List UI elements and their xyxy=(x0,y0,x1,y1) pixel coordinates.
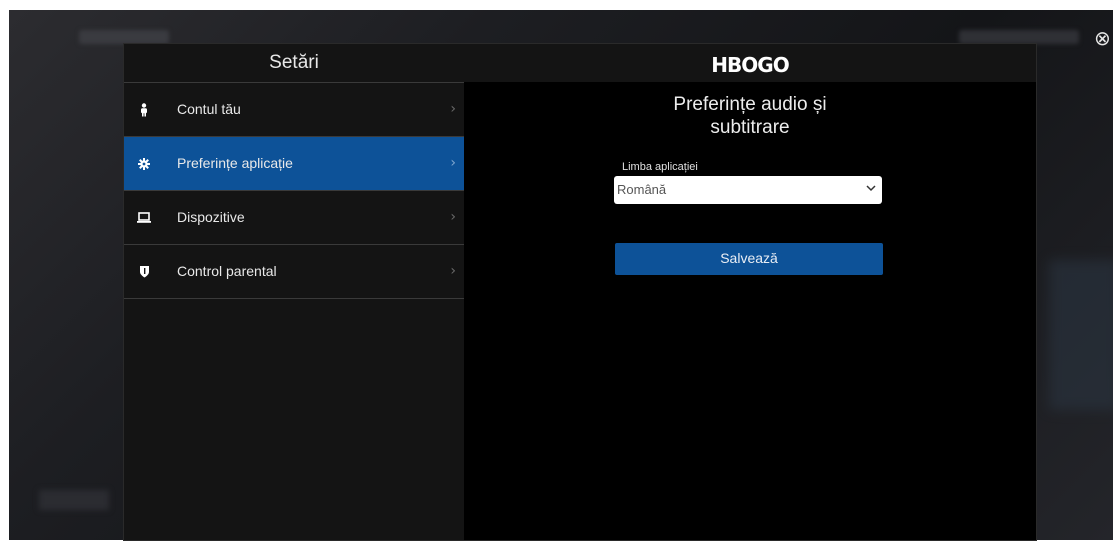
shield-icon xyxy=(134,245,154,298)
sidebar-item-devices[interactable]: Dispozitive › xyxy=(124,191,464,245)
settings-modal: Setări Contul tău › Preferințe aplicație… xyxy=(123,43,1037,541)
gear-icon xyxy=(134,137,154,190)
blurred-nav xyxy=(959,30,1079,44)
settings-sidebar: Setări Contul tău › Preferințe aplicație… xyxy=(124,44,464,540)
blurred-logo xyxy=(79,30,169,44)
person-icon xyxy=(134,83,154,136)
chevron-down-icon xyxy=(866,185,876,192)
chevron-right-icon: › xyxy=(450,101,456,117)
save-button[interactable]: Salvează xyxy=(615,243,883,275)
sidebar-item-label: Contul tău xyxy=(177,101,241,117)
language-select[interactable]: Română xyxy=(614,176,882,204)
language-label: Limba aplicației xyxy=(622,161,698,173)
sidebar-item-label: Control parental xyxy=(177,263,277,279)
sidebar-item-label: Dispozitive xyxy=(177,209,245,225)
page-title: Preferințe audio și subtitrare xyxy=(464,93,1036,139)
page-title-line-1: Preferințe audio și xyxy=(673,94,827,115)
page-title-line-2: subtitrare xyxy=(710,117,790,138)
brand-header: HBOGO xyxy=(464,44,1036,82)
close-icon[interactable]: ⊗ xyxy=(1094,28,1113,48)
sidebar-item-account[interactable]: Contul tău › xyxy=(124,83,464,137)
blurred-artwork xyxy=(1049,260,1113,410)
chevron-right-icon: › xyxy=(450,209,456,225)
language-select-value: Română xyxy=(617,182,667,197)
sidebar-item-label: Preferințe aplicație xyxy=(177,155,293,171)
blurred-text xyxy=(39,490,109,510)
hbo-go-logo: HBOGO xyxy=(711,53,789,77)
chevron-right-icon: › xyxy=(450,263,456,279)
sidebar-item-app-preferences[interactable]: Preferințe aplicație › xyxy=(124,137,464,191)
laptop-icon xyxy=(134,191,154,244)
sidebar-item-parental-control[interactable]: Control parental › xyxy=(124,245,464,299)
sidebar-title: Setări xyxy=(124,44,464,83)
chevron-right-icon: › xyxy=(450,155,456,171)
